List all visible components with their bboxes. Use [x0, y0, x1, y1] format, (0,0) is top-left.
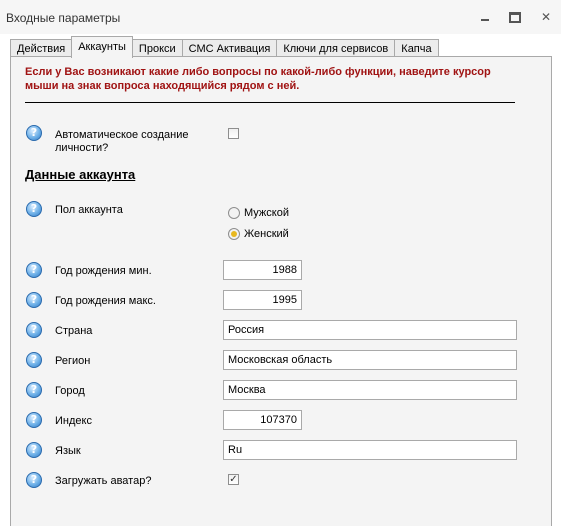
country-input[interactable]: Россия: [223, 320, 517, 340]
birth-max-input[interactable]: 1995: [223, 290, 302, 310]
gender-male-label[interactable]: Мужской: [244, 207, 289, 219]
gender-male-radio[interactable]: [228, 207, 240, 219]
help-icon[interactable]: ?: [26, 412, 42, 428]
gender-female-radio[interactable]: [228, 228, 240, 240]
help-icon[interactable]: ?: [26, 125, 42, 141]
help-icon[interactable]: ?: [26, 292, 42, 308]
gender-label: Пол аккаунта: [55, 204, 123, 216]
index-label: Индекс: [55, 415, 92, 427]
region-input[interactable]: Московская область: [223, 350, 517, 370]
language-input[interactable]: Ru: [223, 440, 517, 460]
close-button[interactable]: ✕: [537, 9, 555, 25]
birth-min-label: Год рождения мин.: [55, 265, 152, 277]
index-input[interactable]: 107370: [223, 410, 302, 430]
birth-min-input[interactable]: 1988: [223, 260, 302, 280]
region-label: Регион: [55, 355, 91, 367]
section-title: Данные аккаунта: [25, 167, 136, 182]
help-icon[interactable]: ?: [26, 262, 42, 278]
help-icon[interactable]: ?: [26, 352, 42, 368]
tab-bar: Действия Аккаунты Прокси СМС Активация К…: [10, 36, 439, 58]
gender-female-label[interactable]: Женский: [244, 228, 289, 240]
help-icon[interactable]: ?: [26, 442, 42, 458]
close-icon: ✕: [540, 10, 552, 24]
minimize-button[interactable]: [476, 9, 494, 25]
language-label: Язык: [55, 445, 81, 457]
city-input[interactable]: Москва: [223, 380, 517, 400]
tab-accounts[interactable]: Аккаунты: [71, 36, 133, 58]
title-bar: Входные параметры ✕: [0, 0, 561, 34]
checkmark-icon: ✓: [229, 474, 238, 485]
auto-create-label: Автоматическое создание личности?: [55, 129, 189, 154]
help-icon[interactable]: ?: [26, 322, 42, 338]
maximize-button[interactable]: [506, 9, 524, 25]
auto-create-checkbox[interactable]: [228, 128, 239, 139]
city-label: Город: [55, 385, 85, 397]
maximize-icon: [509, 11, 521, 23]
birth-max-label: Год рождения макс.: [55, 295, 156, 307]
help-icon[interactable]: ?: [26, 472, 42, 488]
help-icon[interactable]: ?: [26, 201, 42, 217]
country-label: Страна: [55, 325, 93, 337]
minimize-icon: [481, 19, 489, 21]
help-notice: Если у Вас возникают какие либо вопросы …: [25, 66, 491, 92]
avatar-checkbox[interactable]: ✓: [228, 474, 239, 485]
divider: [25, 102, 515, 103]
help-icon[interactable]: ?: [26, 382, 42, 398]
avatar-label: Загружать аватар?: [55, 475, 152, 487]
window-title: Входные параметры: [6, 11, 121, 25]
